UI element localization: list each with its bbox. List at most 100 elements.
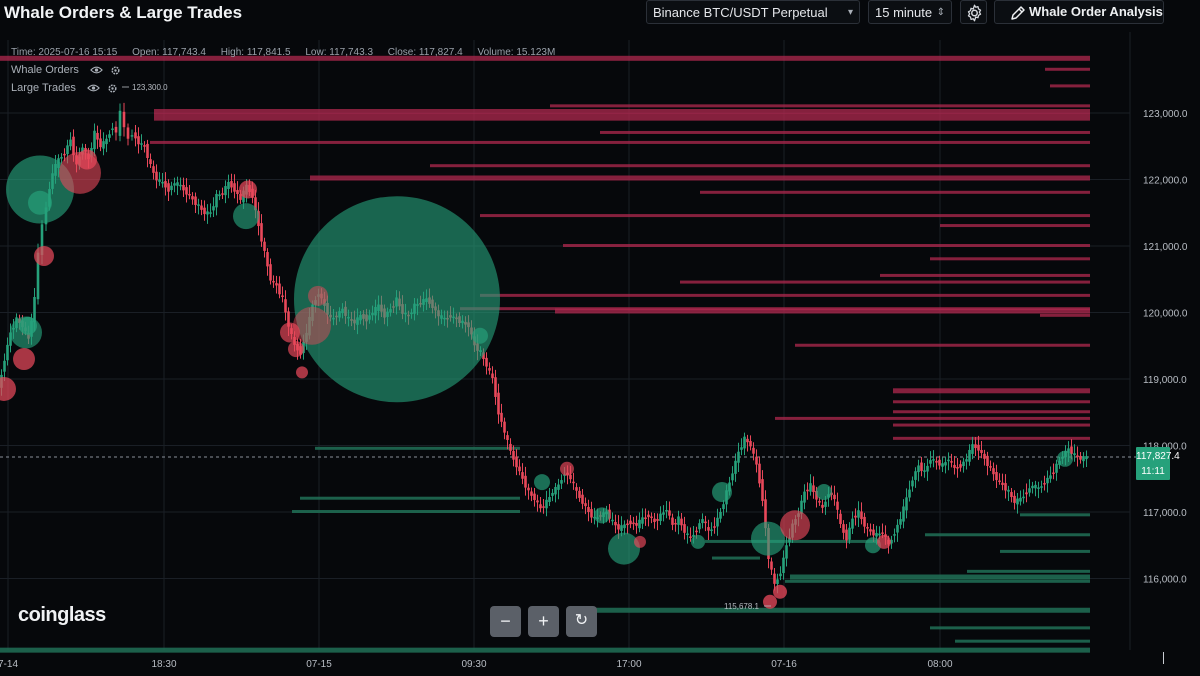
series-label: Large Trades bbox=[11, 82, 76, 94]
reset-zoom-button[interactable]: ↻ bbox=[566, 606, 597, 637]
series-large-trades[interactable]: Large Trades bbox=[11, 82, 118, 94]
candle-body bbox=[689, 536, 692, 538]
candle-body bbox=[191, 196, 194, 200]
bid-wall-bar bbox=[1020, 513, 1090, 517]
candle-body bbox=[761, 479, 764, 501]
candle-body bbox=[114, 126, 118, 133]
ask-wall-bar bbox=[940, 224, 1090, 228]
candle-body bbox=[737, 451, 740, 463]
candle-body bbox=[118, 110, 122, 136]
candle-body bbox=[1079, 455, 1082, 460]
candle-body bbox=[965, 459, 968, 462]
candle-body bbox=[72, 136, 75, 156]
ask-wall-bar bbox=[1045, 67, 1090, 71]
candle-body bbox=[3, 360, 6, 372]
candle-body bbox=[833, 494, 836, 500]
candle-body bbox=[1043, 483, 1046, 485]
candle-body bbox=[488, 368, 491, 371]
candle-body bbox=[269, 264, 272, 281]
candle-body bbox=[722, 504, 725, 510]
candle-body bbox=[1073, 453, 1076, 456]
candle-body bbox=[989, 466, 992, 468]
candle-body bbox=[683, 524, 686, 533]
candle-body bbox=[194, 196, 197, 205]
candle-body bbox=[1031, 485, 1034, 489]
candle-body bbox=[749, 441, 752, 447]
legend-close: Close: 117,827.4 bbox=[387, 47, 463, 58]
zoom-in-button[interactable]: + bbox=[528, 606, 559, 637]
ask-wall-bar bbox=[154, 109, 1090, 114]
candle-body bbox=[659, 513, 662, 521]
candle-body bbox=[587, 507, 590, 512]
price-chart[interactable]: 123,000.0 122,000.0 121,000.0 120,000.0 119,… bbox=[0, 0, 1200, 676]
candle-body bbox=[866, 527, 869, 529]
zoom-out-button[interactable]: − bbox=[490, 606, 521, 637]
candle-body bbox=[557, 484, 560, 490]
gear-icon[interactable] bbox=[110, 65, 121, 76]
candle-body bbox=[653, 518, 656, 522]
bid-wall-bar bbox=[790, 574, 1090, 580]
candle-body bbox=[66, 145, 69, 155]
ask-wall-bar bbox=[880, 273, 1090, 277]
time-label: 08:00 bbox=[927, 659, 952, 670]
candle-body bbox=[770, 561, 773, 570]
time-label: 18:30 bbox=[151, 659, 176, 670]
gear-icon[interactable] bbox=[107, 83, 118, 94]
candle-body bbox=[713, 526, 716, 528]
legend-open: Open: 117,743.4 bbox=[132, 47, 206, 58]
candle-body bbox=[221, 193, 224, 195]
candle-body bbox=[983, 453, 986, 459]
candle-body bbox=[551, 492, 554, 496]
candle-body bbox=[6, 344, 9, 361]
candle-body bbox=[518, 466, 521, 472]
candle-body bbox=[1055, 463, 1058, 473]
candle-body bbox=[707, 527, 710, 531]
candle-body bbox=[581, 494, 584, 504]
candle-body bbox=[803, 491, 806, 503]
candle-body bbox=[206, 211, 209, 215]
candle-body bbox=[644, 517, 647, 519]
price-axis: 123,000.0 122,000.0 121,000.0 120,000.0 119,… bbox=[122, 83, 1188, 611]
candle-body bbox=[680, 518, 683, 526]
candle-body bbox=[842, 524, 845, 533]
candle-body bbox=[503, 421, 506, 433]
candle-body bbox=[710, 529, 713, 532]
price-label: 122,000.0 bbox=[1143, 176, 1188, 187]
candle-body bbox=[179, 184, 182, 187]
candle-body bbox=[854, 515, 857, 518]
eye-icon[interactable] bbox=[90, 65, 103, 75]
time-label: 17:00 bbox=[616, 659, 641, 670]
candle-body bbox=[126, 127, 130, 139]
candle-body bbox=[611, 519, 614, 522]
sell-trade-bubble bbox=[296, 366, 308, 379]
candle-body bbox=[1049, 475, 1052, 479]
candle-body bbox=[863, 516, 866, 527]
eye-icon[interactable] bbox=[87, 83, 100, 93]
candle-body bbox=[872, 529, 875, 536]
candle-body bbox=[674, 522, 677, 525]
candle-body bbox=[812, 485, 815, 493]
buy-trade-bubble bbox=[594, 507, 610, 524]
candle-body bbox=[995, 472, 998, 481]
candle-body bbox=[203, 207, 206, 215]
candle-body bbox=[227, 181, 230, 189]
buy-trade-bubble bbox=[608, 532, 640, 565]
ask-wall-bar bbox=[930, 257, 1090, 261]
candle-body bbox=[527, 487, 530, 491]
candle-body bbox=[111, 128, 114, 131]
candle-body bbox=[494, 377, 497, 397]
candle-body bbox=[230, 181, 233, 188]
candle-body bbox=[263, 241, 266, 251]
candle-body bbox=[731, 473, 734, 481]
bid-wall-bar bbox=[785, 579, 1090, 583]
sell-trade-bubble bbox=[877, 534, 891, 549]
candle-body bbox=[851, 518, 854, 529]
candle-body bbox=[278, 283, 281, 295]
candle-body bbox=[560, 480, 563, 484]
candle-body bbox=[536, 500, 539, 503]
series-whale-orders[interactable]: Whale Orders bbox=[11, 64, 121, 76]
bid-wall-bar bbox=[967, 569, 1090, 573]
candle-body bbox=[182, 184, 185, 191]
candle-body bbox=[584, 503, 587, 507]
candle-body bbox=[926, 465, 929, 472]
